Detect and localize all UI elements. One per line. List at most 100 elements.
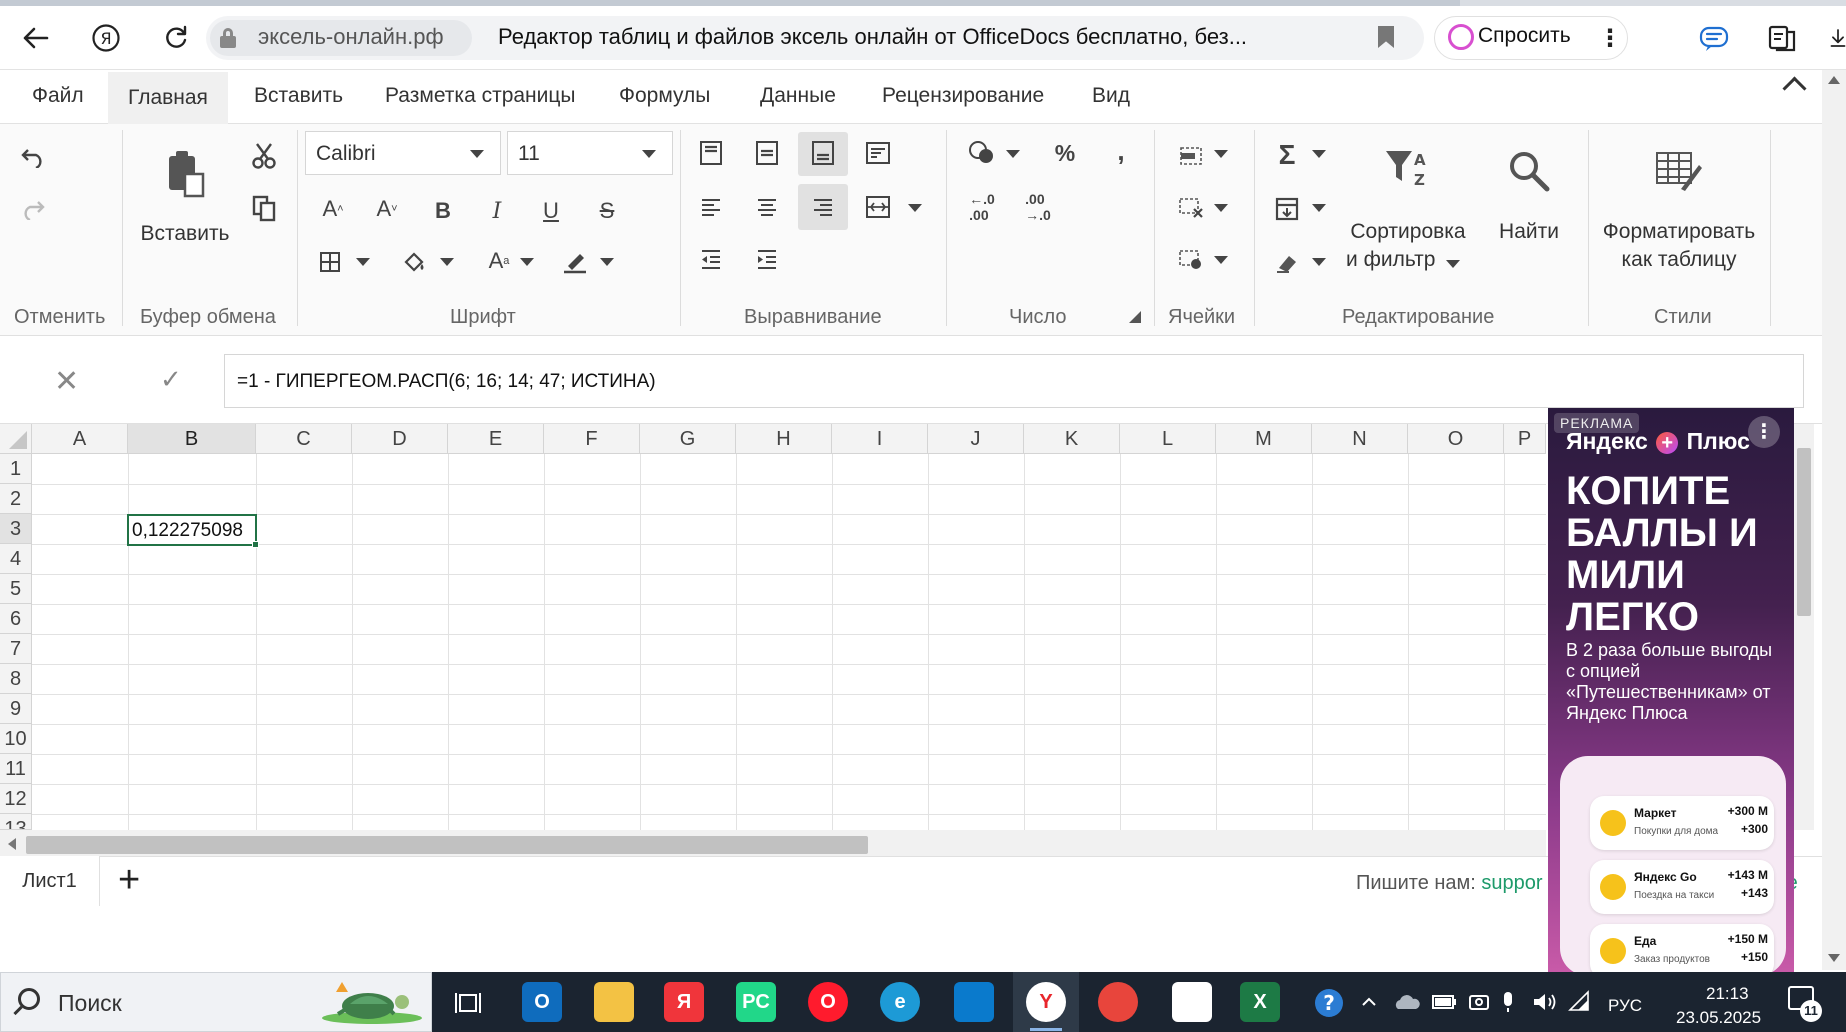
scroll-down-arrow-icon[interactable] — [1828, 954, 1840, 962]
number-format-launcher-icon[interactable] — [1128, 310, 1142, 324]
column-header-C[interactable]: C — [256, 424, 352, 454]
align-center-icon[interactable] — [752, 192, 782, 222]
collapse-ribbon-icon[interactable] — [1780, 74, 1808, 94]
reload-icon[interactable] — [158, 20, 194, 56]
strikethrough-icon[interactable]: S — [592, 196, 622, 226]
wrap-text-icon[interactable] — [862, 138, 896, 168]
taskbar-vscode-icon[interactable] — [954, 982, 994, 1022]
scroll-left-arrow-icon[interactable] — [8, 838, 16, 850]
increase-decimal-icon[interactable]: ←.0.00 — [966, 191, 998, 223]
fill-handle[interactable] — [252, 541, 259, 548]
taskbar-excel-icon[interactable]: X — [1240, 982, 1280, 1022]
reader-mode-icon[interactable] — [1764, 20, 1800, 56]
row-header-10[interactable]: 10 — [0, 724, 32, 754]
task-view-icon[interactable] — [452, 988, 484, 1018]
sort-filter-label-1[interactable]: Сортировка — [1348, 220, 1468, 244]
wifi-icon[interactable] — [1568, 990, 1592, 1012]
grow-font-icon[interactable]: A ˄ — [318, 194, 348, 224]
column-header-E[interactable]: E — [448, 424, 544, 454]
percent-icon[interactable]: % — [1050, 138, 1080, 168]
borders-icon[interactable] — [316, 248, 344, 276]
find-label[interactable]: Найти — [1494, 220, 1564, 244]
taskbar-opera-icon[interactable]: O — [808, 982, 848, 1022]
taskbar-chrome-icon[interactable] — [1098, 982, 1138, 1022]
page-scrollbar[interactable] — [1822, 70, 1846, 970]
onedrive-cloud-icon[interactable] — [1392, 992, 1422, 1012]
chevron-down-icon[interactable] — [1446, 260, 1460, 268]
tab-data[interactable]: Данные — [760, 84, 836, 114]
tab-page-layout[interactable]: Разметка страницы — [385, 84, 576, 114]
horizontal-scroll-thumb[interactable] — [26, 836, 868, 854]
yandex-logo-icon[interactable]: Я — [88, 20, 124, 56]
cut-icon[interactable] — [248, 140, 280, 172]
chevron-down-icon[interactable] — [1214, 150, 1228, 158]
paste-label[interactable]: Вставить — [140, 222, 230, 246]
font-color-icon[interactable]: Aa — [484, 246, 514, 276]
tab-review[interactable]: Рецензирование — [882, 84, 1044, 114]
taskbar-yandex-icon[interactable]: Я — [664, 982, 704, 1022]
column-header-I[interactable]: I — [832, 424, 928, 454]
chevron-down-icon[interactable] — [470, 150, 484, 158]
column-header-N[interactable]: N — [1312, 424, 1408, 454]
row-header-6[interactable]: 6 — [0, 604, 32, 634]
add-sheet-button[interactable]: + — [118, 860, 140, 900]
chevron-down-icon[interactable] — [1214, 204, 1228, 212]
support-email-link[interactable]: suppor — [1481, 872, 1542, 894]
row-header-12[interactable]: 12 — [0, 784, 32, 814]
more-menu-icon[interactable]: ⋮ — [1598, 24, 1622, 53]
column-header-J[interactable]: J — [928, 424, 1024, 454]
align-top-icon[interactable] — [696, 138, 726, 168]
clock-time[interactable]: 21:13 — [1706, 984, 1749, 1004]
ad-menu-icon[interactable]: ⋮ — [1748, 416, 1780, 448]
tray-chevron-up-icon[interactable] — [1360, 992, 1378, 1010]
currency-format-icon[interactable] — [966, 138, 998, 168]
fill-color-icon[interactable] — [400, 248, 430, 276]
align-middle-icon[interactable] — [752, 138, 782, 168]
tab-view[interactable]: Вид — [1092, 84, 1130, 114]
column-header-H[interactable]: H — [736, 424, 832, 454]
vertical-scroll-thumb[interactable] — [1797, 448, 1811, 616]
help-icon[interactable]: ? — [1312, 986, 1346, 1020]
column-header-M[interactable]: M — [1216, 424, 1312, 454]
tab-home[interactable]: Главная — [108, 72, 228, 124]
tab-formulas[interactable]: Формулы — [619, 84, 710, 114]
cancel-formula-icon[interactable]: ✕ — [54, 364, 79, 399]
formula-input[interactable]: =1 - ГИПЕРГЕОМ.РАСП(6; 16; 14; 47; ИСТИН… — [224, 354, 1804, 408]
column-header-K[interactable]: K — [1024, 424, 1120, 454]
align-bottom-icon[interactable] — [808, 138, 838, 168]
format-table-label-2[interactable]: как таблицу — [1602, 248, 1756, 272]
merge-cells-icon[interactable] — [862, 192, 896, 222]
row-header-8[interactable]: 8 — [0, 664, 32, 694]
taskbar-outlook-icon[interactable]: O — [522, 982, 562, 1022]
align-left-icon[interactable] — [696, 192, 726, 222]
italic-icon[interactable]: I — [482, 196, 512, 226]
sort-filter-icon[interactable]: AZ — [1382, 146, 1432, 192]
chevron-down-icon[interactable] — [440, 258, 454, 266]
column-header-A[interactable]: A — [32, 424, 128, 454]
chevron-down-icon[interactable] — [1312, 204, 1326, 212]
copy-icon[interactable] — [248, 192, 280, 224]
row-header-4[interactable]: 4 — [0, 544, 32, 574]
format-table-label-1[interactable]: Форматировать — [1602, 220, 1756, 244]
fill-icon[interactable] — [1272, 194, 1302, 224]
paste-icon[interactable] — [160, 146, 210, 200]
undo-icon[interactable] — [18, 142, 48, 172]
keyboard-language[interactable]: РУС — [1608, 996, 1642, 1016]
chevron-down-icon[interactable] — [908, 204, 922, 212]
row-header-7[interactable]: 7 — [0, 634, 32, 664]
tab-file[interactable]: Файл — [32, 84, 84, 114]
chevron-down-icon[interactable] — [1312, 150, 1326, 158]
taskbar-yandex-browser-icon[interactable]: Y — [1026, 982, 1066, 1022]
delete-cells-icon[interactable] — [1176, 194, 1206, 222]
microphone-icon[interactable] — [1500, 990, 1516, 1014]
chevron-down-icon[interactable] — [1006, 150, 1020, 158]
camera-icon[interactable] — [1468, 992, 1490, 1012]
back-arrow-icon[interactable] — [18, 20, 54, 56]
translate-icon[interactable] — [1696, 20, 1732, 56]
row-header-9[interactable]: 9 — [0, 694, 32, 724]
chevron-down-icon[interactable] — [520, 258, 534, 266]
decrease-indent-icon[interactable] — [696, 244, 726, 274]
increase-indent-icon[interactable] — [752, 244, 782, 274]
chevron-down-icon[interactable] — [1214, 256, 1228, 264]
row-header-2[interactable]: 2 — [0, 484, 32, 514]
